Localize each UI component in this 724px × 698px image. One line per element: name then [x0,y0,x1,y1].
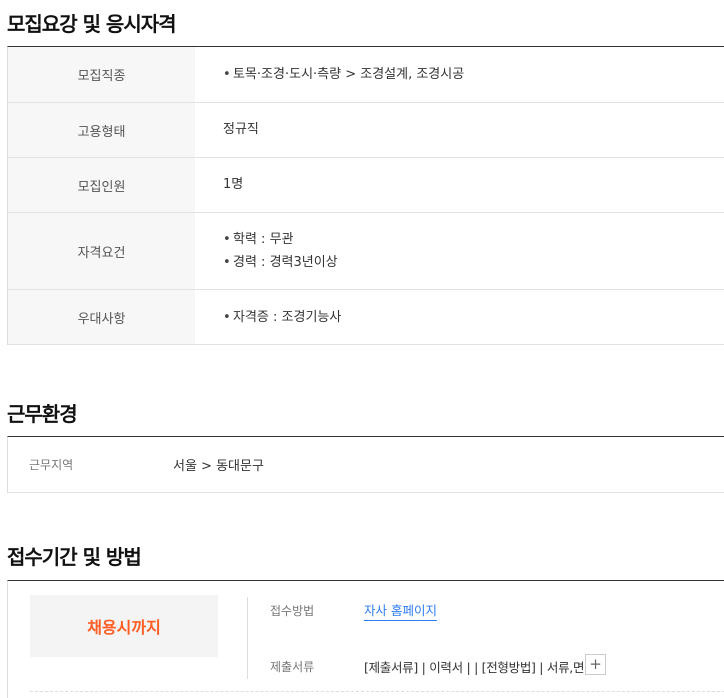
qualification-item: • 경력 : 경력3년이상 [223,251,724,274]
preference-label: 우대사항 [8,290,195,344]
bullet-icon: • [223,309,231,325]
headcount-label: 모집인원 [8,158,195,212]
employment-label: 고용형태 [8,103,195,157]
employment-value: 정규직 [223,122,259,137]
preference-value: 자격증 : 조경기능사 [233,309,342,325]
row-job-type: 모집직종 • 토목·조경·도시·측량 > 조경설계, 조경시공 [8,47,724,103]
headcount-value-cell: 1명 [195,158,724,212]
application-section-title: 접수기간 및 방법 [7,545,142,569]
job-type-value-cell: • 토목·조경·도시·측량 > 조경설계, 조경시공 [195,47,724,102]
location-value: 서울 > 동대문구 [173,459,264,474]
bullet-icon: • [223,67,231,82]
requirements-section-title: 모집요강 및 응시자격 [7,12,177,36]
method-label: 접수방법 [270,604,315,618]
headcount-value: 1명 [223,177,244,192]
row-qualification: 자격요건 • 학력 : 무관 • 경력 : 경력3년이상 [8,213,724,290]
qualification-item: • 학력 : 무관 [223,228,724,251]
homepage-link[interactable]: 자사 홈페이지 [364,600,437,621]
employment-value-cell: 정규직 [195,103,724,157]
job-type-item: • 토목·조경·도시·측량 > 조경설계, 조경시공 [223,63,724,86]
row-preference: 우대사항 • 자격증 : 조경기능사 [8,290,724,345]
qualification-experience: 경력 : 경력3년이상 [233,255,338,270]
row-headcount: 모집인원 1명 [8,158,724,213]
bullet-icon: • [223,255,231,270]
qualification-value-cell: • 학력 : 무관 • 경력 : 경력3년이상 [195,213,724,289]
docs-label: 제출서류 [270,660,315,674]
application-box: 채용시까지 접수방법 자사 홈페이지 제출서류 [제출서류] | 이력서 | |… [7,580,724,698]
environment-table: 근무지역 서울 > 동대문구 [7,436,724,493]
expand-plus-button[interactable]: + [585,654,606,675]
docs-value: [제출서류] | 이력서 | | [전형방법] | 서류,면접 [364,660,596,675]
job-type-value: 토목·조경·도시·측량 > 조경설계, 조경시공 [233,67,465,82]
qualification-education: 학력 : 무관 [233,232,294,247]
preference-item: • 자격증 : 조경기능사 [223,306,724,329]
job-type-label: 모집직종 [8,47,195,102]
deadline-badge: 채용시까지 [30,595,218,657]
dashed-divider [30,691,724,692]
qualification-label: 자격요건 [8,213,195,289]
preference-value-cell: • 자격증 : 조경기능사 [195,290,724,344]
divider [247,597,248,679]
bullet-icon: • [223,232,231,247]
location-label: 근무지역 [29,458,74,472]
row-employment: 고용형태 정규직 [8,103,724,158]
environment-section-title: 근무환경 [7,402,78,426]
requirements-table: 모집직종 • 토목·조경·도시·측량 > 조경설계, 조경시공 고용형태 정규직 … [7,46,724,345]
